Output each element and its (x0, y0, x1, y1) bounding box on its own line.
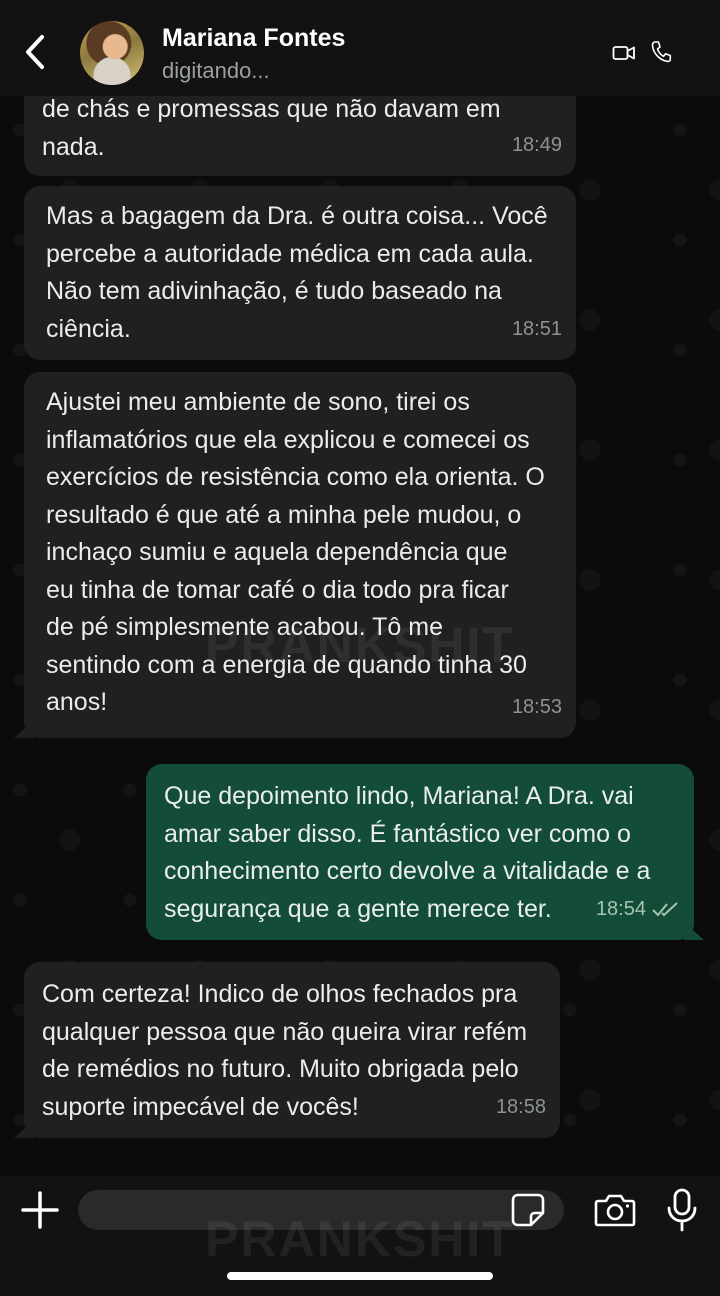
message-time: 18:51 (511, 317, 562, 340)
plus-icon (21, 1191, 59, 1229)
microphone-button[interactable] (666, 1188, 698, 1232)
microphone-icon (667, 1188, 697, 1232)
message-bubble-incoming[interactable]: Ajustei meu ambiente de sono, tirei os i… (14, 372, 576, 738)
bubble-tail (684, 922, 704, 940)
bubble-tail (14, 1120, 34, 1138)
message-time: 18:53 (511, 695, 562, 718)
sticker-button[interactable] (510, 1193, 546, 1227)
contact-name[interactable]: Mariana Fontes (162, 24, 345, 53)
message-text: Mas a bagagem da Dra. é outra coisa... V… (46, 202, 548, 343)
bubble-tail (14, 720, 34, 738)
video-camera-icon (612, 46, 635, 60)
double-check-icon (652, 902, 678, 917)
attach-button[interactable] (20, 1190, 60, 1230)
message-input[interactable] (78, 1190, 564, 1230)
back-button[interactable] (20, 32, 50, 72)
message-time: 18:49 (511, 133, 562, 156)
message-text: de chás e promessas que não davam em nad… (42, 96, 501, 161)
typing-status: digitando... (162, 58, 270, 83)
phone-icon (651, 41, 672, 63)
chat-header: Mariana Fontes digitando... (0, 0, 720, 96)
message-time: 18:58 (495, 1095, 546, 1118)
message-bubble-outgoing[interactable]: Que depoimento lindo, Mariana! A Dra. va… (146, 764, 704, 940)
camera-icon (594, 1194, 636, 1227)
message-bubble-incoming[interactable]: Com certeza! Indico de olhos fechados pr… (14, 962, 560, 1138)
camera-button[interactable] (594, 1192, 636, 1228)
avatar[interactable] (80, 21, 144, 85)
sticker-icon (511, 1193, 545, 1227)
voice-call-button[interactable] (650, 40, 672, 64)
message-bubble-incoming[interactable]: Mas a bagagem da Dra. é outra coisa... V… (24, 186, 576, 360)
video-call-button[interactable] (612, 42, 636, 64)
message-text: Ajustei meu ambiente de sono, tirei os i… (46, 388, 545, 716)
message-time: 18:54 (596, 891, 680, 929)
message-text: Com certeza! Indico de olhos fechados pr… (42, 980, 528, 1121)
message-bubble-incoming[interactable]: de chás e promessas que não davam em nad… (24, 96, 576, 176)
chevron-left-icon (26, 35, 44, 69)
home-indicator[interactable] (227, 1272, 493, 1280)
message-list[interactable]: de chás e promessas que não davam em nad… (0, 96, 720, 1176)
